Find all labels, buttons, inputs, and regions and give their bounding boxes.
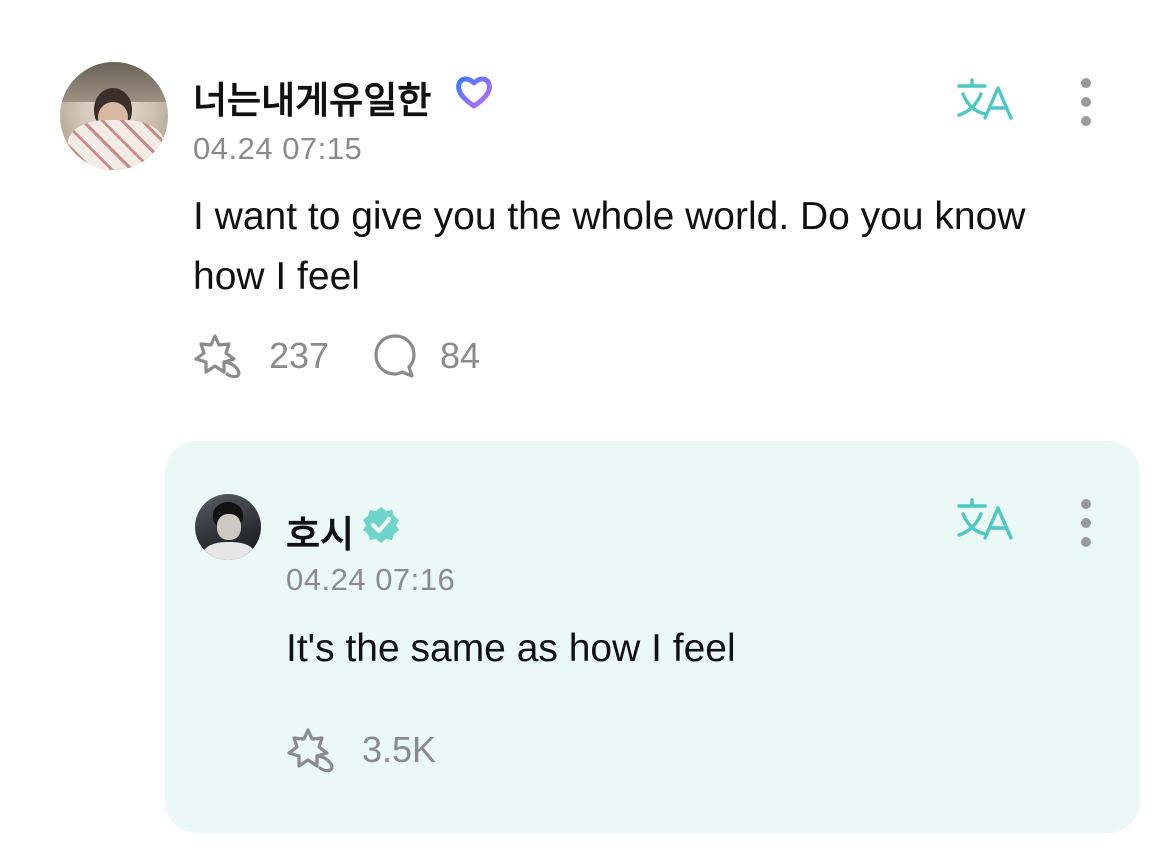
translate-icon[interactable]: [955, 74, 1017, 124]
post-text: I want to give you the whole world. Do y…: [193, 195, 1026, 298]
reply-avatar[interactable]: [195, 494, 261, 560]
translate-icon[interactable]: [955, 494, 1017, 544]
username[interactable]: 너는내게유일한: [193, 70, 431, 124]
reply-text: It's the same as how I feel: [286, 627, 736, 670]
heart-badge-icon: [456, 76, 492, 109]
verified-badge-icon: [363, 507, 399, 543]
like-count: 237: [269, 335, 330, 376]
comment-count: 84: [440, 335, 481, 376]
like-icon: [287, 728, 334, 773]
reply-username[interactable]: 호시: [286, 504, 354, 558]
reply-like-button[interactable]: 3.5K: [286, 726, 436, 774]
like-icon: [194, 334, 241, 379]
reply-more-options-button[interactable]: [1074, 497, 1098, 549]
more-options-button[interactable]: [1074, 76, 1098, 128]
comment-button[interactable]: 84: [372, 332, 480, 380]
like-button[interactable]: 237: [193, 332, 329, 380]
comment-icon: [374, 334, 416, 378]
reply-card: 호시 04.24 07:16 It's the same as how I fe…: [165, 441, 1140, 833]
reply-timestamp: 04.24 07:16: [286, 562, 456, 597]
post: 너는내게유일한 04.24 07:15 I want to give you t…: [0, 0, 1169, 430]
reply-like-count: 3.5K: [362, 729, 437, 770]
avatar[interactable]: [60, 62, 168, 170]
timestamp: 04.24 07:15: [193, 131, 363, 166]
